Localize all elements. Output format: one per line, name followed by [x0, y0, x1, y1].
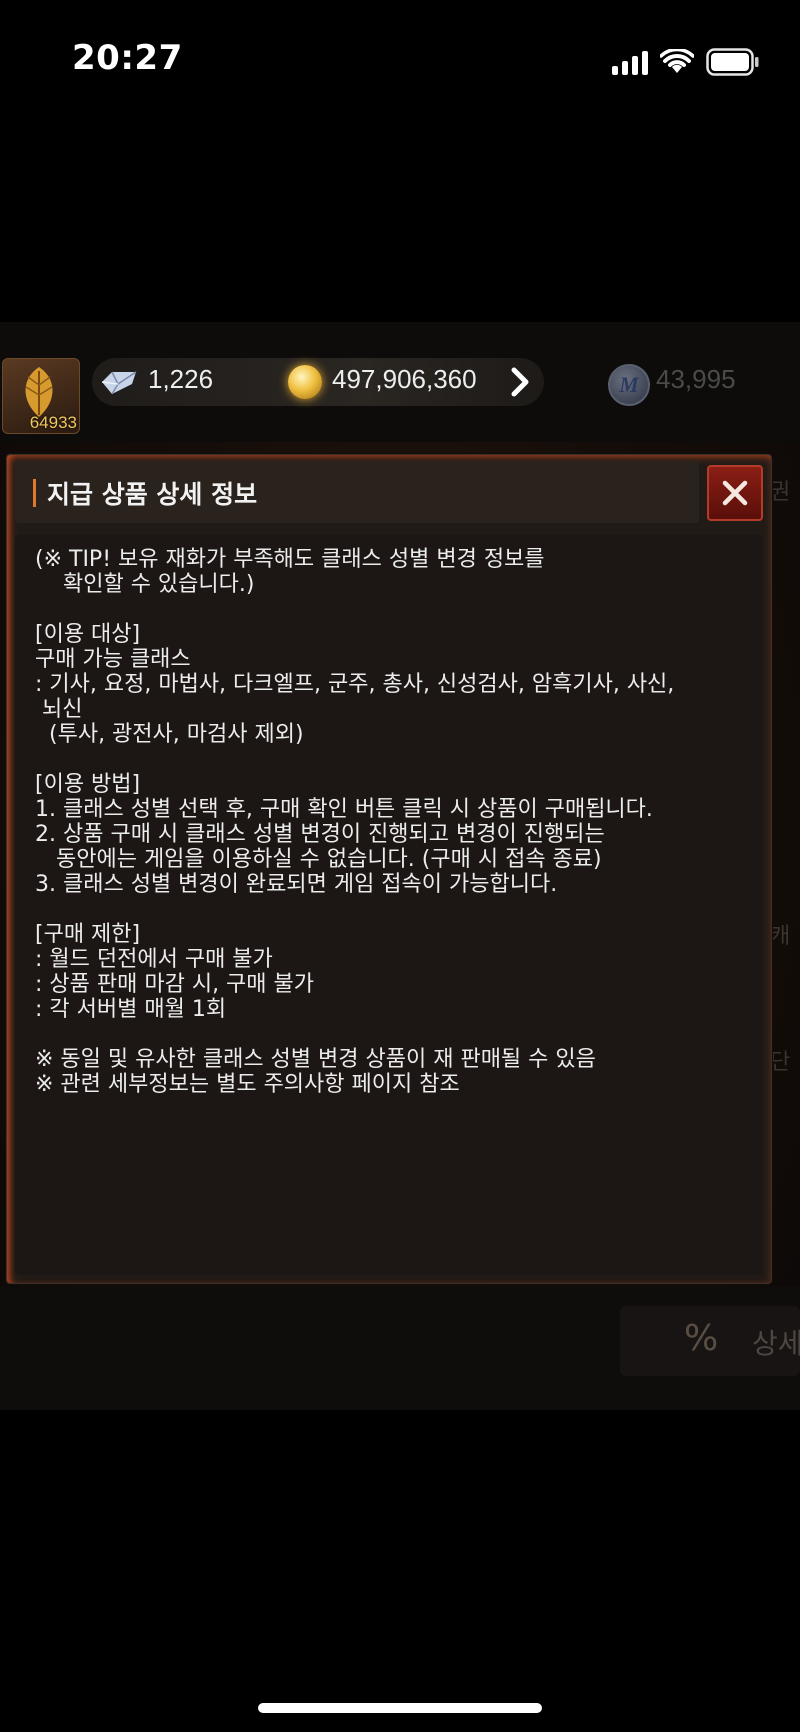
player-avatar[interactable]: 64933: [2, 358, 80, 434]
cellular-signal-icon: [612, 49, 648, 75]
player-level: 64933: [29, 413, 77, 432]
status-icons: [612, 46, 760, 78]
mileage-icon: M: [608, 364, 650, 406]
battery-icon: [706, 48, 759, 76]
background-text-fringe: 캐: [770, 924, 791, 949]
modal-body: (※ TIP! 보유 재화가 부족해도 클래스 성별 변경 정보를 확인할 수 …: [15, 535, 763, 1275]
chevron-right-icon[interactable]: [500, 362, 540, 402]
product-detail-modal: 지급 상품 상세 정보 (※ TIP! 보유 재화가 부족해도 클래스 성별 변…: [6, 454, 772, 1284]
close-icon: [722, 480, 748, 506]
status-time: 20:27: [72, 38, 183, 78]
diamond-amount: 1,226: [148, 364, 214, 394]
gold-amount: 497,906,360: [332, 364, 477, 394]
modal-title: 지급 상품 상세 정보: [47, 480, 258, 509]
wifi-icon: [660, 49, 694, 73]
background-text-fringe: 권: [770, 480, 791, 505]
modal-header: 지급 상품 상세 정보: [15, 461, 699, 523]
leaf-icon: [25, 367, 53, 417]
home-indicator[interactable]: [258, 1703, 542, 1713]
diamond-icon: [101, 371, 137, 395]
title-accent-bar: [33, 479, 36, 507]
gold-coin-icon: [288, 365, 322, 399]
percent-icon: %: [684, 1318, 719, 1359]
mileage-amount: 43,995: [656, 364, 736, 394]
background-text-fringe: 단: [770, 1050, 791, 1075]
detail-button-label: 상세: [752, 1327, 800, 1360]
product-description: (※ TIP! 보유 재화가 부족해도 클래스 성별 변경 정보를 확인할 수 …: [35, 547, 675, 1097]
close-button[interactable]: [707, 465, 763, 521]
